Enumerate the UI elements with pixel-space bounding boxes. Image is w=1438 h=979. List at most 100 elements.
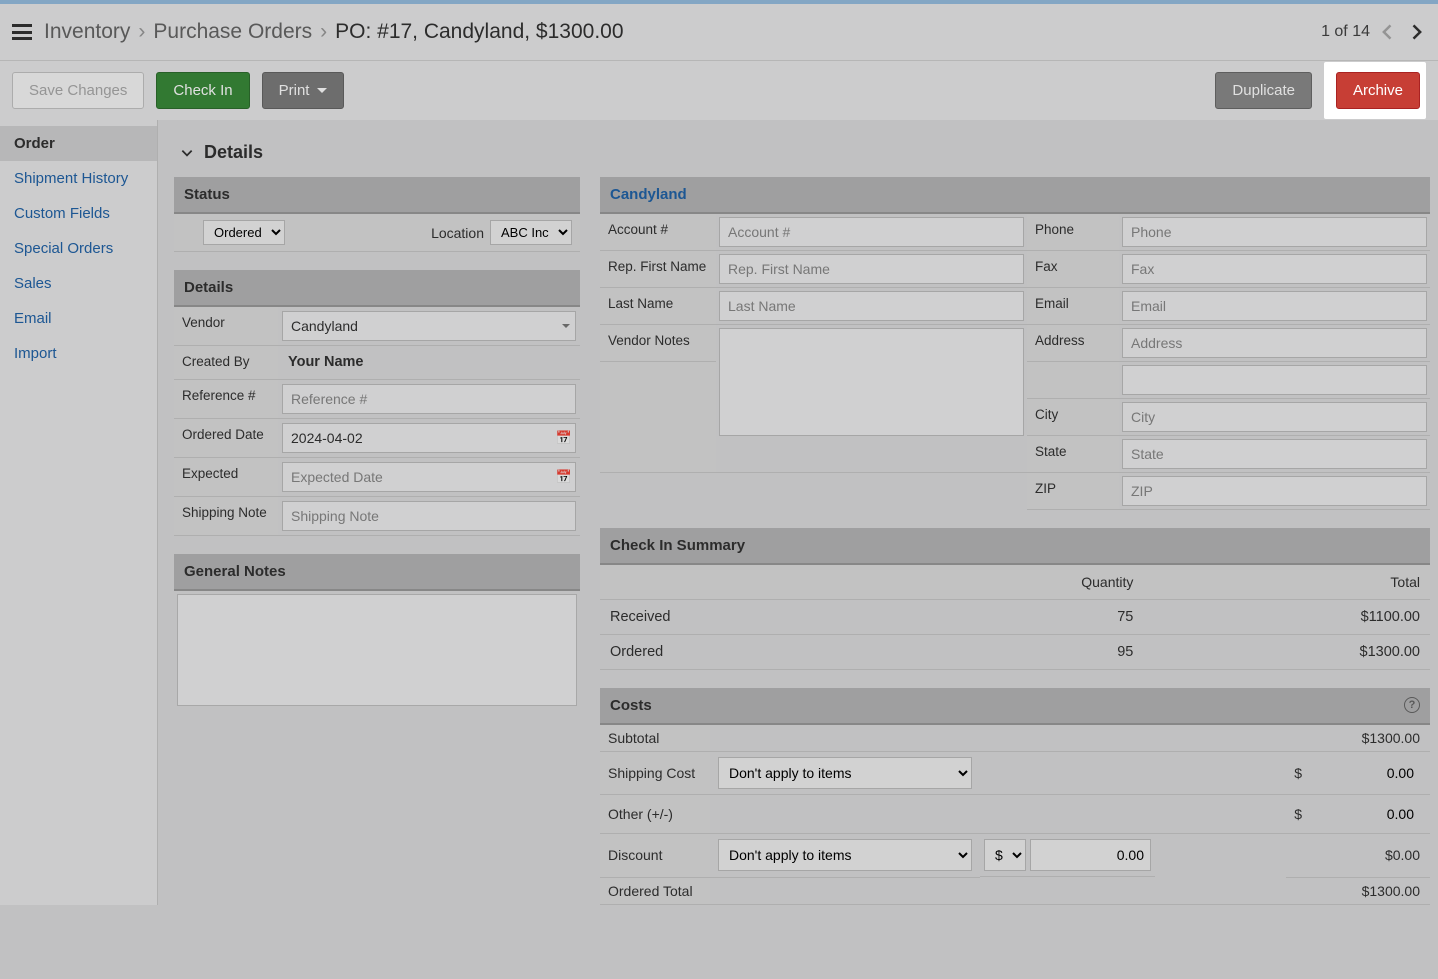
discount-input[interactable] (1030, 839, 1151, 871)
state-label: State (1027, 436, 1119, 473)
email-input[interactable] (1122, 291, 1427, 321)
print-button[interactable]: Print (262, 72, 345, 109)
vendor-label: Vendor (174, 307, 278, 345)
last-name-label: Last Name (600, 288, 716, 325)
general-notes-header: General Notes (174, 554, 580, 591)
ordered-date-input[interactable] (282, 423, 576, 453)
address2-input[interactable] (1122, 365, 1427, 395)
vendor-select[interactable]: Candyland (282, 311, 576, 341)
account-input[interactable] (719, 217, 1024, 247)
breadcrumb-current: PO: #17, Candyland, $1300.00 (335, 20, 623, 44)
vendor-notes-input[interactable] (719, 328, 1024, 436)
general-notes-input[interactable] (177, 594, 577, 706)
state-input[interactable] (1122, 439, 1427, 469)
calendar-icon[interactable]: 📅 (556, 430, 572, 446)
email-label: Email (1027, 288, 1119, 325)
breadcrumb-bar: Inventory › Purchase Orders › PO: #17, C… (0, 4, 1438, 60)
sidenav-import[interactable]: Import (0, 336, 157, 371)
sidenav-special-orders[interactable]: Special Orders (0, 231, 157, 266)
location-label: Location (431, 225, 484, 241)
status-header: Status (174, 177, 580, 214)
zip-label: ZIP (1027, 473, 1119, 510)
created-by-value: Your Name (278, 346, 373, 379)
pager-text: 1 of 14 (1321, 23, 1370, 41)
discount-label: Discount (600, 834, 710, 878)
sidenav-custom-fields[interactable]: Custom Fields (0, 196, 157, 231)
help-icon[interactable]: ? (1404, 697, 1420, 713)
rep-first-label: Rep. First Name (600, 251, 716, 288)
reference-label: Reference # (174, 380, 278, 418)
status-select[interactable]: Ordered (203, 220, 285, 245)
details-header: Details (174, 270, 580, 307)
discount-currency-select[interactable]: $ (984, 839, 1026, 871)
ordered-total-value: $1300.00 (1310, 877, 1430, 904)
account-label: Account # (600, 214, 716, 251)
vendor-notes-label: Vendor Notes (600, 325, 716, 362)
checkin-col-qty: Quantity (886, 565, 1143, 600)
check-in-button[interactable]: Check In (156, 72, 249, 109)
shipping-label: Shipping Cost (600, 752, 710, 795)
discount-apply-select[interactable]: Don't apply to items (718, 839, 972, 871)
fax-input[interactable] (1122, 254, 1427, 284)
discount-amount: $0.00 (1310, 834, 1430, 878)
rep-first-input[interactable] (719, 254, 1024, 284)
details-title: Details (204, 142, 263, 163)
next-icon[interactable] (1406, 22, 1426, 42)
checkin-col-total: Total (1143, 565, 1430, 600)
location-select[interactable]: ABC Inc (490, 220, 572, 245)
expected-label: Expected (174, 458, 278, 496)
zip-input[interactable] (1122, 476, 1427, 506)
shipping-note-input[interactable] (282, 501, 576, 531)
costs-table: Subtotal $1300.00 Shipping Cost Don't ap… (600, 725, 1430, 905)
details-section-toggle[interactable]: Details (174, 136, 1430, 177)
menu-icon[interactable] (12, 24, 32, 40)
chevron-down-icon (180, 146, 194, 160)
phone-input[interactable] (1122, 217, 1427, 247)
fax-label: Fax (1027, 251, 1119, 288)
address-label: Address (1027, 325, 1119, 362)
created-by-label: Created By (174, 346, 278, 379)
breadcrumb-inventory[interactable]: Inventory (44, 20, 130, 44)
table-row: Ordered 95 $1300.00 (600, 635, 1430, 670)
address-input[interactable] (1122, 328, 1427, 358)
chevron-right-icon: › (320, 20, 327, 44)
subtotal-label: Subtotal (600, 725, 710, 752)
city-input[interactable] (1122, 402, 1427, 432)
sidenav-email[interactable]: Email (0, 301, 157, 336)
costs-header: Costs ? (600, 688, 1430, 725)
pager: 1 of 14 (1321, 22, 1426, 42)
breadcrumb-purchase-orders[interactable]: Purchase Orders (153, 20, 312, 44)
phone-label: Phone (1027, 214, 1119, 251)
ordered-date-label: Ordered Date (174, 419, 278, 457)
currency-symbol: $ (1286, 752, 1310, 795)
table-row: Received 75 $1100.00 (600, 600, 1430, 635)
chevron-right-icon: › (138, 20, 145, 44)
checkin-col-blank (600, 565, 886, 600)
prev-icon[interactable] (1378, 22, 1398, 42)
last-name-input[interactable] (719, 291, 1024, 321)
ordered-total-label: Ordered Total (600, 877, 710, 904)
sidenav-shipment-history[interactable]: Shipment History (0, 161, 157, 196)
reference-input[interactable] (282, 384, 576, 414)
sidenav-sales[interactable]: Sales (0, 266, 157, 301)
other-label: Other (+/-) (600, 795, 710, 834)
sidenav-order[interactable]: Order (0, 126, 157, 161)
shipping-note-label: Shipping Note (174, 497, 278, 535)
duplicate-button[interactable]: Duplicate (1215, 72, 1312, 109)
expected-date-input[interactable] (282, 462, 576, 492)
checkin-table: Quantity Total Received 75 $1100.00 Orde… (600, 565, 1430, 670)
archive-button[interactable]: Archive (1336, 72, 1420, 109)
other-amount[interactable] (1318, 800, 1420, 828)
save-button[interactable]: Save Changes (12, 72, 144, 109)
subtotal-value: $1300.00 (1310, 725, 1430, 752)
vendor-header-link[interactable]: Candyland (600, 177, 1430, 214)
breadcrumb: Inventory › Purchase Orders › PO: #17, C… (44, 20, 1321, 44)
city-label: City (1027, 399, 1119, 436)
shipping-amount[interactable] (1318, 759, 1420, 787)
checkin-header: Check In Summary (600, 528, 1430, 565)
toolbar: Save Changes Check In Print Duplicate Ar… (0, 60, 1438, 120)
shipping-apply-select[interactable]: Don't apply to items (718, 757, 972, 789)
calendar-icon[interactable]: 📅 (556, 469, 572, 485)
sidenav: Order Shipment History Custom Fields Spe… (0, 120, 158, 905)
currency-symbol: $ (1286, 795, 1310, 834)
